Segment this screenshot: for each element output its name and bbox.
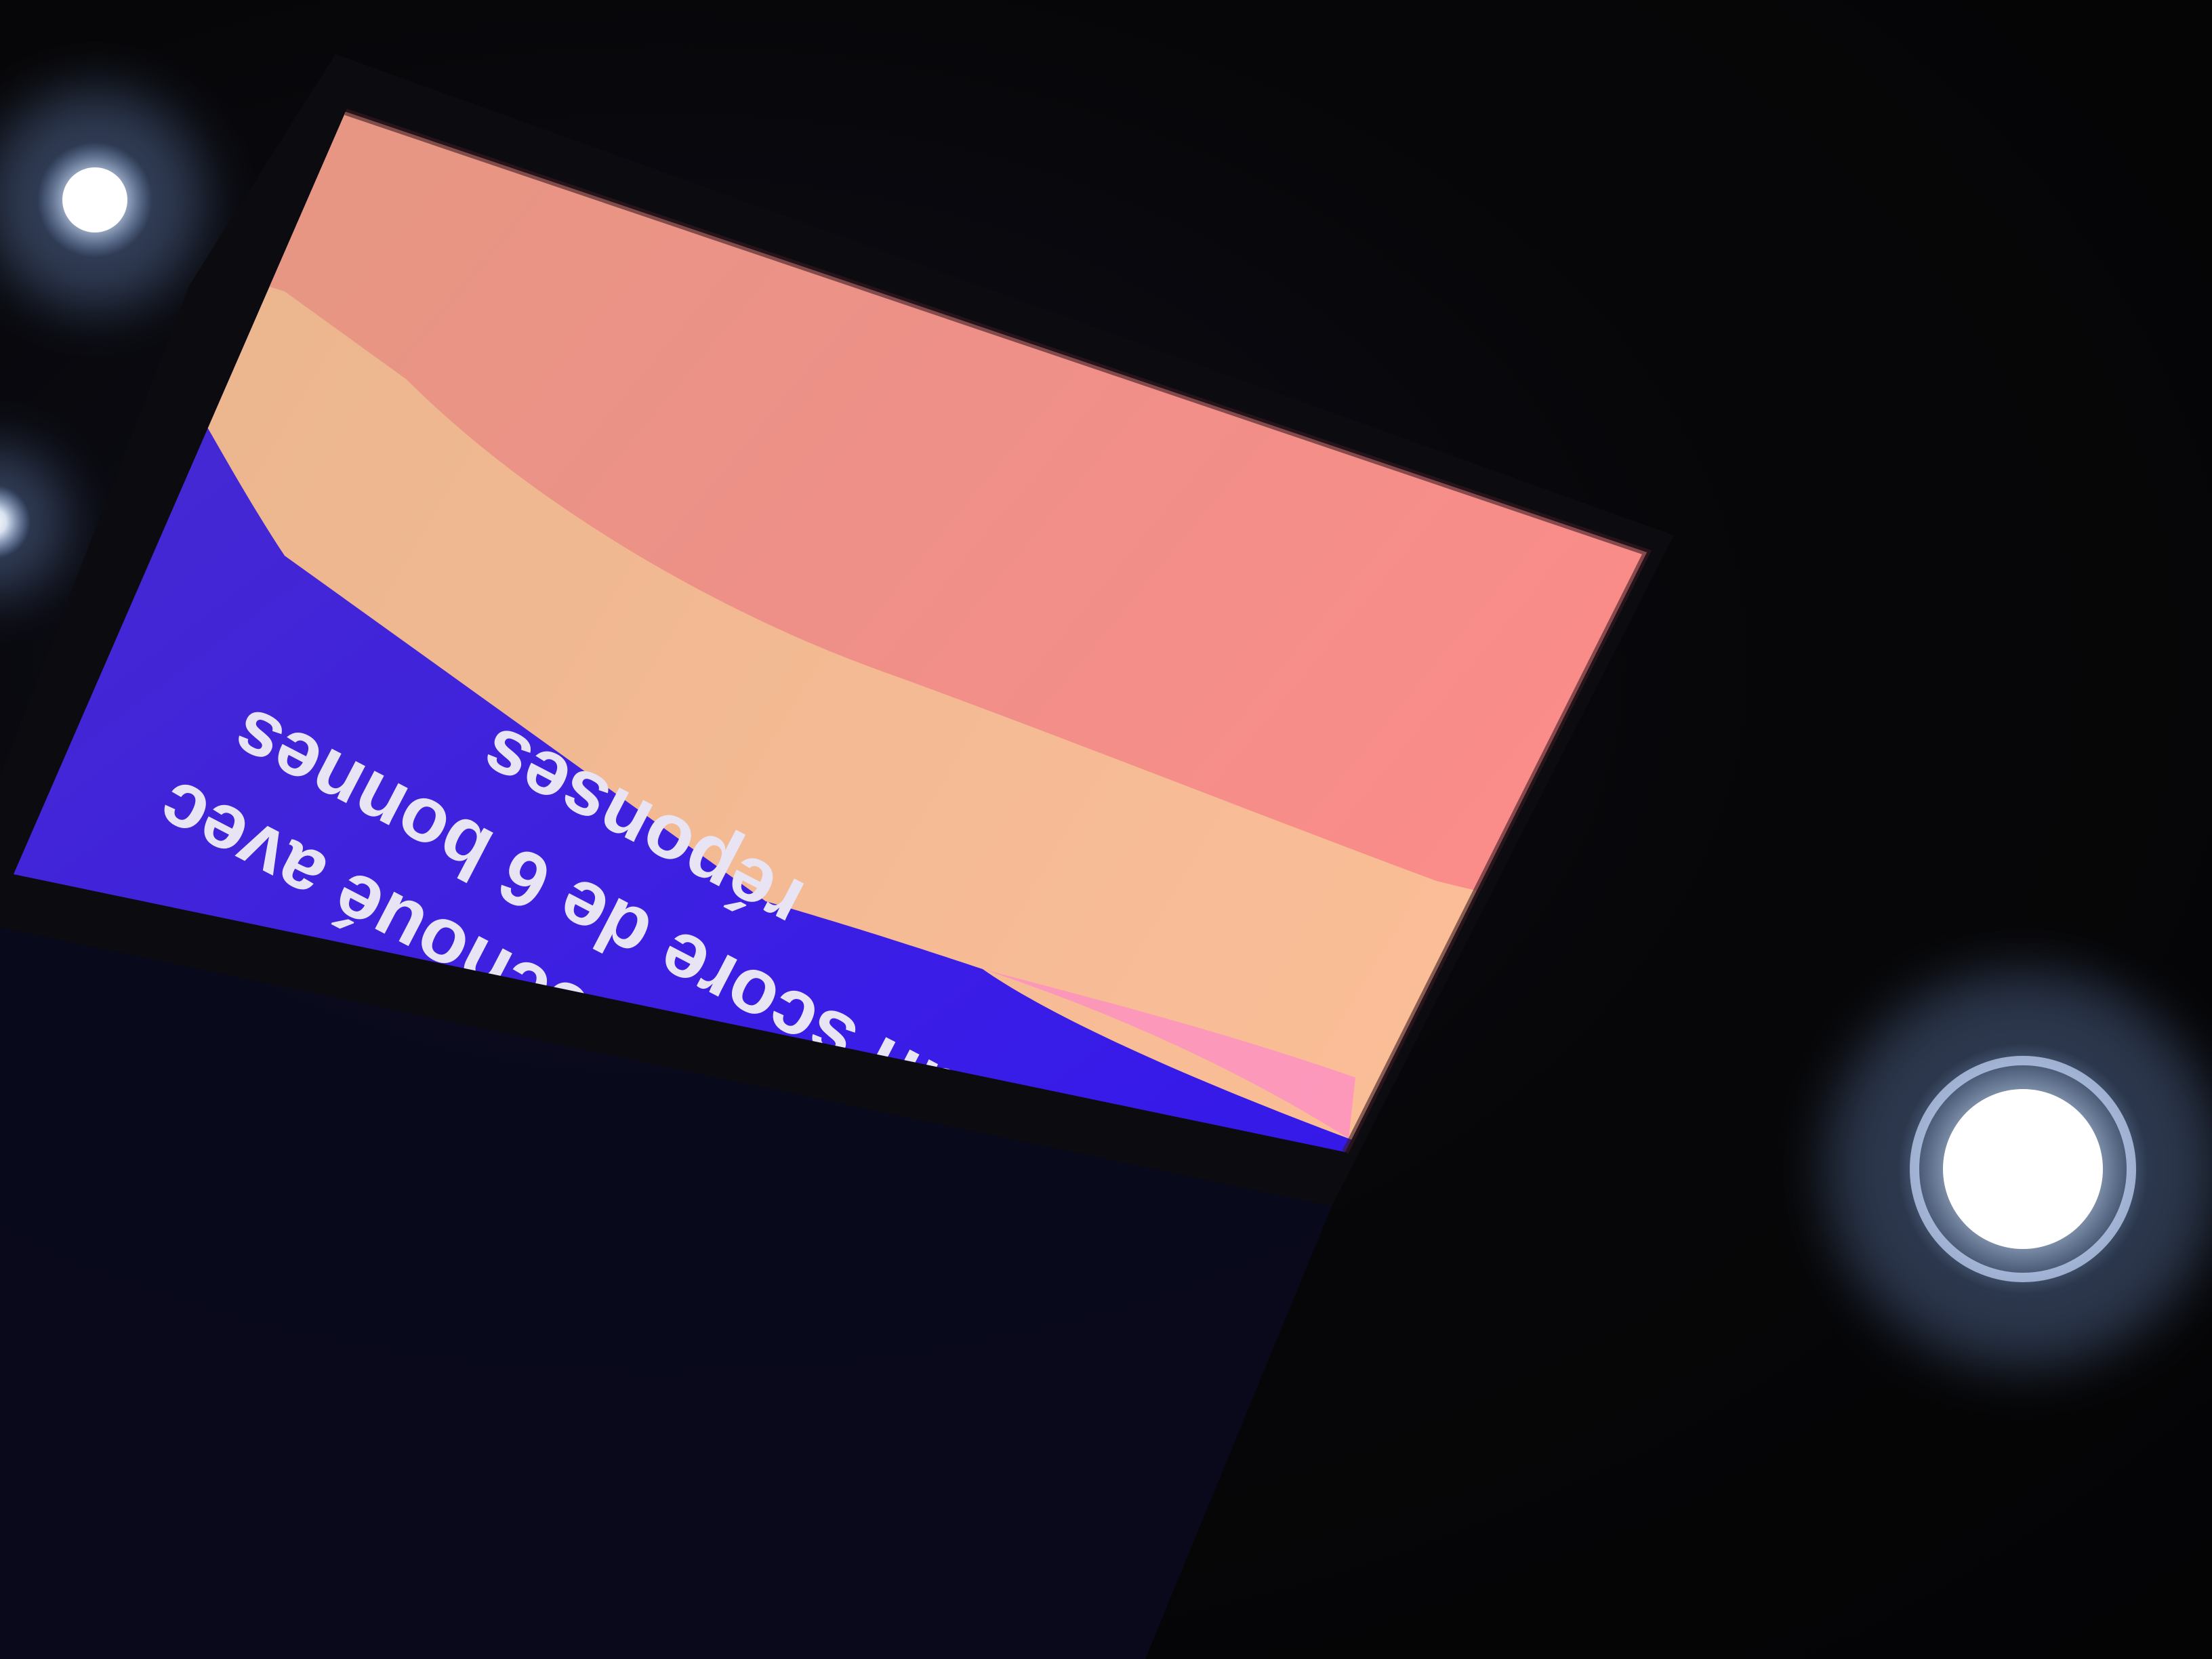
photo-scene: Vous avez échoué avec un score de 6 bonn… <box>0 0 2212 1659</box>
ceiling-light-left-edge <box>0 447 68 596</box>
scene-svg: Vous avez échoué avec un score de 6 bonn… <box>0 54 2212 1659</box>
ceiling-light-right <box>1826 972 2212 1366</box>
ceiling-light-top-left <box>0 91 203 308</box>
